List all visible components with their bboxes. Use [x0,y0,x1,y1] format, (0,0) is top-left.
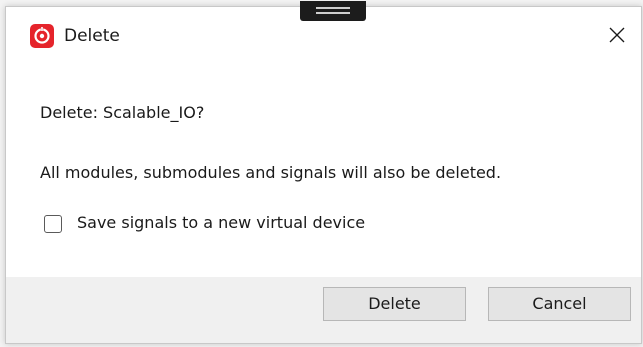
delete-dialog: Delete Delete: Scalable_IO? All modules,… [5,1,642,344]
delete-warning: All modules, submodules and signals will… [40,163,502,182]
close-icon [609,27,625,43]
delete-button[interactable]: Delete [323,287,466,321]
delete-message: Delete: Scalable_IO? [40,103,205,122]
app-logo-icon [30,24,54,48]
save-signals-label[interactable]: Save signals to a new virtual device [77,213,365,232]
close-button[interactable] [599,17,635,53]
snap-handle[interactable] [300,1,366,21]
dialog-title: Delete [64,26,120,46]
title-bar[interactable]: Delete [6,1,641,65]
cancel-button[interactable]: Cancel [488,287,631,321]
dialog-footer: Delete Cancel [6,277,641,343]
save-signals-checkbox[interactable] [44,215,62,233]
